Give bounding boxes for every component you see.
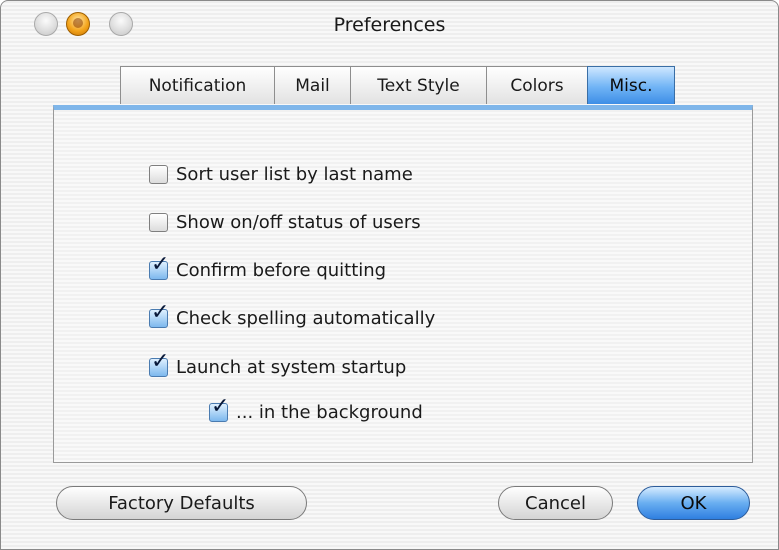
option-confirm-quit-label: Confirm before quitting <box>176 260 387 281</box>
tab-text-style[interactable]: Text Style <box>350 66 487 104</box>
tab-misc[interactable]: Misc. <box>587 66 675 104</box>
preferences-window: Preferences Notification Mail Text Style… <box>0 0 779 550</box>
option-launch-at-startup-label: Launch at system startup <box>176 357 407 378</box>
tab-notification[interactable]: Notification <box>120 66 275 104</box>
option-sort-user-list[interactable]: Sort user list by last name <box>149 164 413 185</box>
option-check-spelling[interactable]: ✓ Check spelling automatically <box>149 302 436 329</box>
checkmark-icon: ✓ <box>151 300 170 325</box>
tab-notification-label: Notification <box>148 75 247 96</box>
checkbox-launch-at-startup[interactable]: ✓ <box>149 351 169 377</box>
tab-mail-label: Mail <box>295 75 330 96</box>
checkbox-sort-user-list[interactable] <box>149 165 168 184</box>
tab-mail[interactable]: Mail <box>274 66 351 104</box>
option-confirm-quit[interactable]: ✓ Confirm before quitting <box>149 254 387 281</box>
checkmark-icon: ✓ <box>151 349 170 374</box>
checkbox-show-status[interactable] <box>149 213 168 232</box>
option-launch-background-label: ... in the background <box>236 402 423 423</box>
option-sort-user-list-label: Sort user list by last name <box>176 164 413 185</box>
title-bar[interactable]: Preferences <box>1 1 778 51</box>
option-launch-at-startup[interactable]: ✓ Launch at system startup <box>149 351 407 378</box>
checkmark-icon: ✓ <box>211 394 230 419</box>
ok-button[interactable]: OK <box>637 486 750 520</box>
option-launch-background[interactable]: ✓ ... in the background <box>209 396 423 423</box>
tab-bar: Notification Mail Text Style Colors Misc… <box>120 66 675 106</box>
tab-text-style-label: Text Style <box>377 75 460 96</box>
factory-defaults-button[interactable]: Factory Defaults <box>56 486 307 520</box>
checkmark-icon: ✓ <box>151 252 170 277</box>
checkbox-confirm-quit[interactable]: ✓ <box>149 254 169 280</box>
window-title: Preferences <box>333 14 446 36</box>
checkbox-launch-background[interactable]: ✓ <box>209 396 229 422</box>
option-show-status[interactable]: Show on/off status of users <box>149 212 421 233</box>
tab-misc-label: Misc. <box>609 75 653 96</box>
option-check-spelling-label: Check spelling automatically <box>176 308 436 329</box>
tab-colors[interactable]: Colors <box>486 66 588 104</box>
option-show-status-label: Show on/off status of users <box>176 212 421 233</box>
cancel-button[interactable]: Cancel <box>498 486 613 520</box>
tab-colors-label: Colors <box>510 75 564 96</box>
checkbox-check-spelling[interactable]: ✓ <box>149 302 169 328</box>
